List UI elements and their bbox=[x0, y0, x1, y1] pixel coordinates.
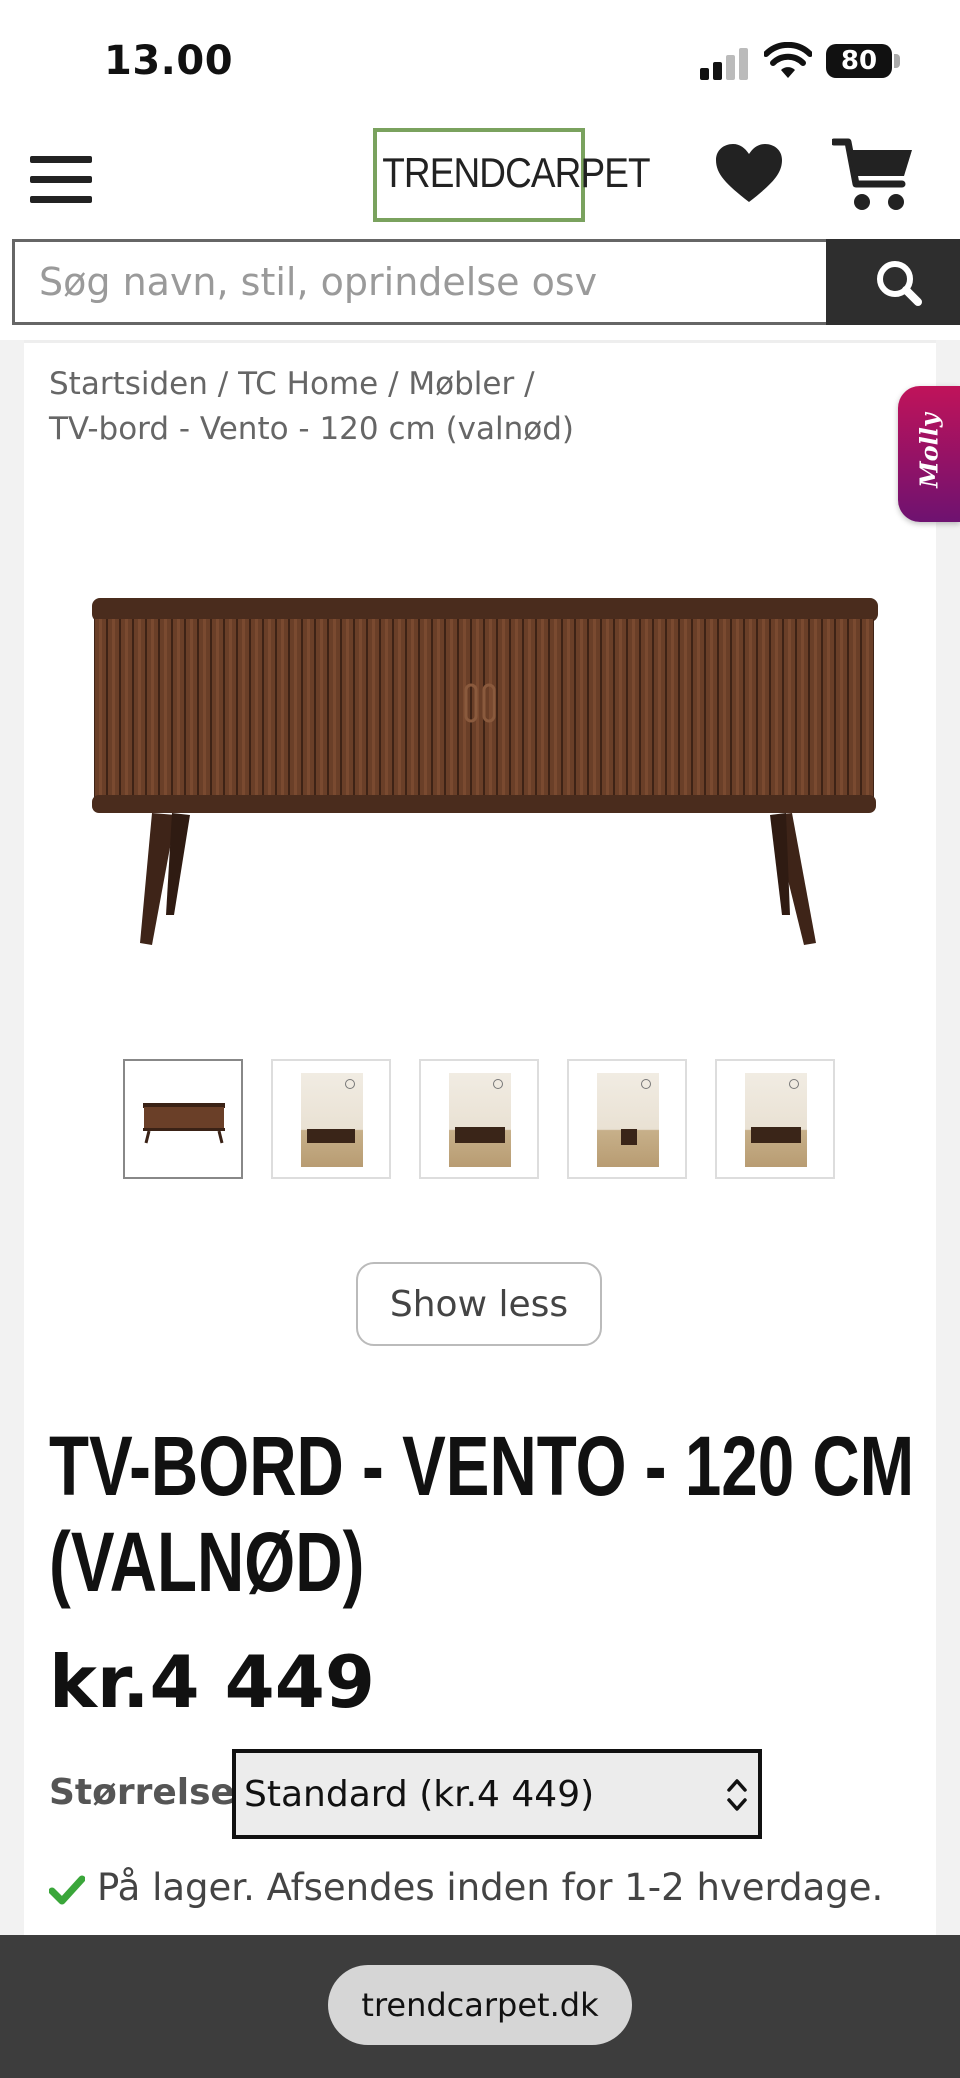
search-input[interactable] bbox=[12, 239, 826, 325]
product-title-line2: (VALNØD) bbox=[49, 1515, 365, 1609]
wishlist-heart-icon[interactable] bbox=[714, 142, 784, 206]
wifi-icon bbox=[764, 42, 812, 78]
page-gutter-right bbox=[936, 340, 960, 1935]
hamburger-menu-icon[interactable] bbox=[30, 156, 92, 204]
battery-icon: 80 bbox=[826, 44, 892, 78]
shopping-cart-icon[interactable] bbox=[832, 136, 914, 216]
status-bar: 13.00 80 bbox=[0, 0, 960, 120]
breadcrumb-separator: / bbox=[388, 366, 399, 402]
browser-toolbar: trendcarpet.dk bbox=[0, 1935, 960, 2078]
breadcrumb-mobler[interactable]: Møbler bbox=[408, 366, 514, 402]
breadcrumb-current: TV-bord - Vento - 120 cm (valnød) bbox=[49, 411, 575, 447]
product-title: TV-BORD - VENTO - 120 CM (VALNØD) bbox=[49, 1418, 915, 1610]
logo-text: TRENDCARPET bbox=[382, 149, 651, 196]
product-price: kr.4 449 bbox=[49, 1640, 375, 1724]
breadcrumb: Startsiden / TC Home / Møbler / TV-bord … bbox=[49, 362, 609, 452]
breadcrumb-separator: / bbox=[217, 366, 229, 402]
thumbnail-1[interactable] bbox=[123, 1059, 243, 1179]
battery-tip bbox=[894, 54, 900, 68]
product-main-image[interactable] bbox=[80, 575, 880, 960]
thumbnail-2[interactable] bbox=[271, 1059, 391, 1179]
breadcrumb-home[interactable]: Startsiden bbox=[49, 366, 208, 402]
size-select[interactable]: Standard (kr.4 449) bbox=[232, 1749, 762, 1839]
search-button[interactable] bbox=[826, 239, 960, 325]
checkmark-icon bbox=[49, 1875, 85, 1904]
search-icon bbox=[877, 261, 922, 306]
thumbnail-3[interactable] bbox=[419, 1059, 539, 1179]
status-time: 13.00 bbox=[104, 38, 234, 84]
divider bbox=[0, 340, 960, 343]
thumbnail-4[interactable] bbox=[567, 1059, 687, 1179]
breadcrumb-tc-home[interactable]: TC Home bbox=[238, 366, 378, 402]
thumbnail-image bbox=[143, 1103, 225, 1144]
thumbnail-5[interactable] bbox=[715, 1059, 835, 1179]
size-select-value: Standard (kr.4 449) bbox=[244, 1774, 595, 1815]
cellular-signal-icon bbox=[700, 46, 752, 80]
stock-text: På lager. Afsendes inden for 1-2 hverdag… bbox=[97, 1866, 884, 1909]
page-gutter-left bbox=[0, 340, 24, 1935]
stock-status: På lager. Afsendes inden for 1-2 hverdag… bbox=[49, 1866, 883, 1909]
breadcrumb-separator: / bbox=[524, 366, 535, 402]
product-title-line1: TV-BORD - VENTO - 120 CM bbox=[49, 1419, 915, 1513]
search-bar bbox=[12, 239, 960, 325]
size-label: Størrelse: bbox=[49, 1772, 250, 1813]
site-logo[interactable]: TRENDCARPET bbox=[373, 128, 651, 222]
site-header: TRENDCARPET bbox=[0, 120, 960, 230]
select-chevron-icon bbox=[727, 1779, 747, 1811]
url-bar[interactable]: trendcarpet.dk bbox=[328, 1965, 632, 2045]
molly-chat-tab[interactable]: Molly bbox=[898, 386, 960, 522]
show-less-button[interactable]: Show less bbox=[356, 1262, 602, 1346]
molly-label: Molly bbox=[914, 413, 944, 488]
